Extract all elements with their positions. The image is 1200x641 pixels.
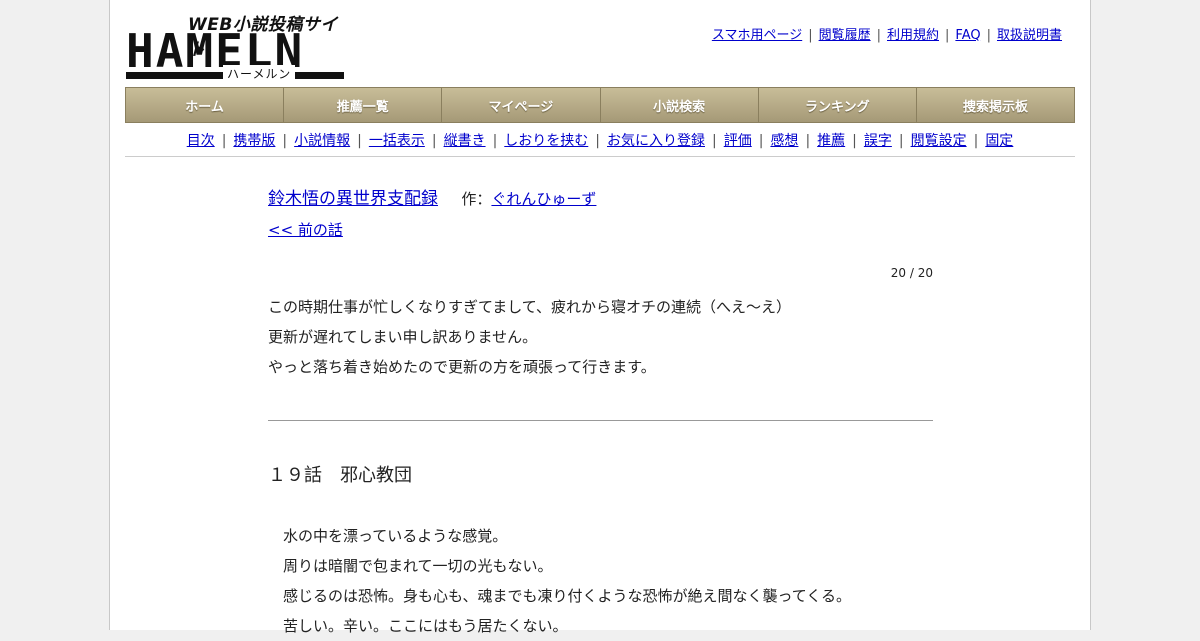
link-browsing-history[interactable]: 閲覧履歴 — [819, 28, 871, 43]
body-line: 周りは暗闇で包まれて一切の光もない。 — [283, 557, 553, 575]
subnav-vertical[interactable]: 縦書き — [444, 133, 486, 149]
body-line: 水の中を漂っているような感覚。 — [283, 527, 508, 545]
separator: | — [876, 28, 881, 43]
subnav-favorite[interactable]: お気に入り登録 — [607, 133, 705, 149]
separator: | — [898, 133, 904, 149]
link-smartphone-page[interactable]: スマホ用ページ — [712, 28, 802, 43]
nav-search-board[interactable]: 捜索掲示板 — [916, 88, 1075, 122]
nav-novel-search[interactable]: 小説検索 — [600, 88, 759, 122]
preface-line: この時期仕事が忙しくなりすぎてまして、疲れから寝オチの連続（へえ～え） — [268, 298, 792, 316]
chapter-title: １９話 邪心教団 — [268, 465, 412, 486]
separator: | — [221, 133, 227, 149]
nav-mypage[interactable]: マイページ — [442, 88, 601, 122]
separator: | — [712, 133, 717, 149]
link-faq[interactable]: FAQ — [955, 28, 980, 43]
site-logo[interactable]: WEB小説投稿サイト HAMELN ハーメルン — [126, 10, 346, 82]
header-divider — [125, 156, 1075, 157]
chapter-body: 水の中を漂っているような感覚。 周りは暗闇で包まれて一切の光もない。 感じるのは… — [268, 521, 933, 641]
subnav-view-settings[interactable]: 閲覧設定 — [911, 133, 967, 149]
preface: この時期仕事が忙しくなりすぎてまして、疲れから寝オチの連続（へえ～え） 更新が遅… — [268, 292, 933, 382]
novel-content: 鈴木悟の異世界支配録 作：ぐれんひゅーず << 前の話 20 / 20 この時期… — [268, 184, 933, 641]
separator: | — [492, 133, 498, 149]
preface-divider — [268, 420, 933, 421]
link-terms[interactable]: 利用規約 — [887, 28, 939, 43]
subnav-mobile[interactable]: 携帯版 — [233, 133, 275, 149]
subnav-impressions[interactable]: 感想 — [770, 133, 798, 149]
separator: | — [357, 133, 362, 149]
page-counter: 20 / 20 — [890, 266, 933, 280]
separator: | — [758, 133, 764, 149]
page-container: WEB小説投稿サイト HAMELN ハーメルン スマホ用ページ | 閲覧履歴 | 利用規… — [109, 0, 1091, 635]
separator: | — [852, 133, 857, 149]
subnav-bookmark[interactable]: しおりを挟む — [504, 133, 588, 149]
separator: | — [805, 133, 811, 149]
author-line: 作：ぐれんひゅーず — [461, 190, 596, 208]
author-link[interactable]: ぐれんひゅーず — [491, 190, 596, 208]
body-line: 感じるのは恐怖。身も心も、魂までも凍り付くような恐怖が絶え間なく襲ってくる。 — [283, 587, 852, 605]
novel-header: 鈴木悟の異世界支配録 作：ぐれんひゅーず — [268, 184, 933, 209]
subnav-rating[interactable]: 評価 — [724, 133, 752, 149]
subnav-pin[interactable]: 固定 — [985, 133, 1013, 149]
author-prefix: 作： — [461, 190, 492, 208]
novel-title-link[interactable]: 鈴木悟の異世界支配録 — [268, 189, 438, 209]
separator: | — [973, 133, 979, 149]
separator: | — [945, 28, 950, 43]
separator: | — [986, 28, 991, 43]
top-links: スマホ用ページ | 閲覧履歴 | 利用規約 | FAQ | 取扱説明書 — [712, 24, 1062, 43]
prev-episode-link[interactable]: << 前の話 — [268, 221, 343, 239]
preface-line: やっと落ち着き始めたので更新の方を頑張って行きます。 — [268, 358, 656, 376]
prev-nav: << 前の話 — [268, 219, 933, 240]
body-line: 苦しい。辛い。ここにはもう居たくない。 — [283, 617, 568, 635]
nav-recommendations[interactable]: 推薦一覧 — [284, 88, 443, 122]
link-manual[interactable]: 取扱説明書 — [997, 28, 1062, 43]
subnav-show-all[interactable]: 一括表示 — [369, 133, 425, 149]
preface-line: 更新が遅れてしまい申し訳ありません。 — [268, 328, 538, 346]
nav-home[interactable]: ホーム — [126, 88, 285, 122]
subnav-typo[interactable]: 誤字 — [864, 133, 892, 149]
separator: | — [595, 133, 600, 149]
subnav-recommend[interactable]: 推薦 — [817, 133, 845, 149]
separator: | — [431, 133, 437, 149]
main-nav: ホーム 推薦一覧 マイページ 小説検索 ランキング 捜索掲示板 — [125, 87, 1075, 123]
separator: | — [282, 133, 288, 149]
subnav-toc[interactable]: 目次 — [187, 133, 215, 149]
logo-kana: ハーメルン — [223, 65, 296, 82]
novel-sub-nav: 目次 | 携帯版 | 小説情報 | 一括表示 | 縦書き | しおりを挟む | お気に入り登録 | 評価 | 感… — [125, 130, 1075, 150]
subnav-novel-info[interactable]: 小説情報 — [294, 133, 350, 149]
nav-ranking[interactable]: ランキング — [758, 88, 917, 122]
separator: | — [808, 28, 813, 43]
